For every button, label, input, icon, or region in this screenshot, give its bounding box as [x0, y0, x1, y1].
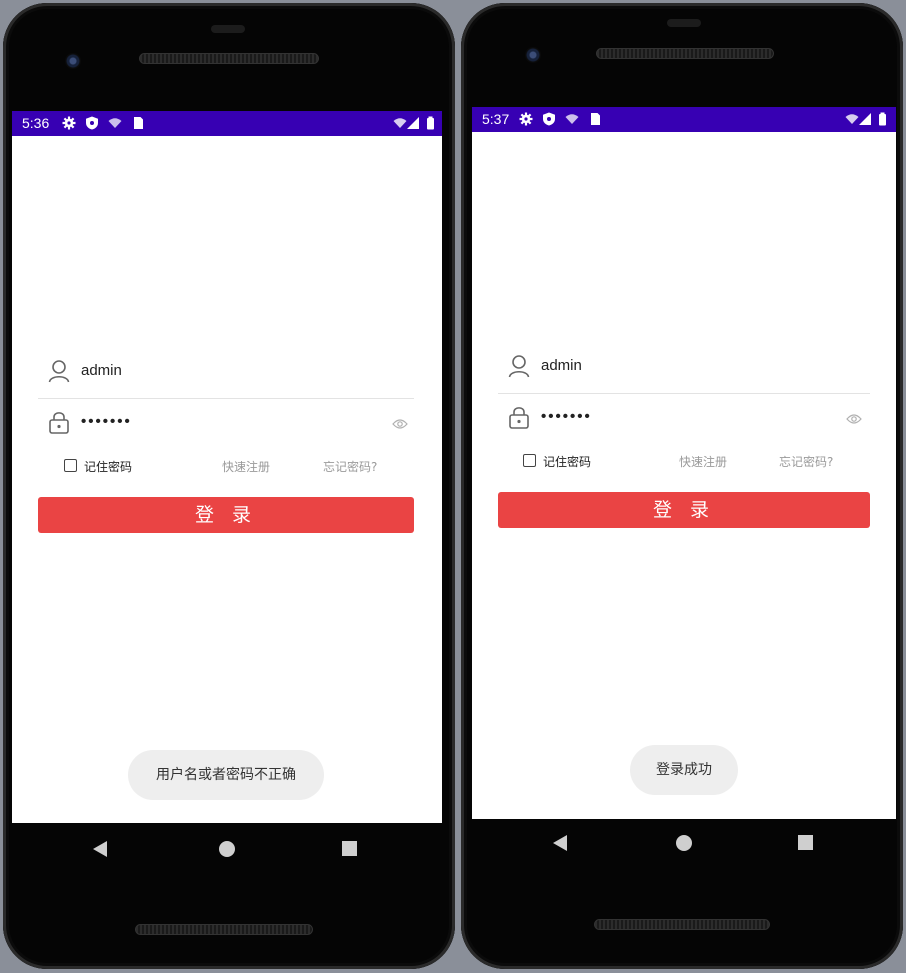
status-bar: 5:36 [12, 111, 442, 136]
username-value: admin [541, 357, 582, 374]
signal-icon [406, 116, 420, 130]
status-time: 5:36 [22, 115, 50, 131]
username-divider [38, 398, 414, 399]
status-time: 5:37 [482, 111, 510, 127]
wifi-icon [565, 112, 579, 126]
username-value: admin [81, 362, 122, 379]
phone-left: 5:36 admin ••••••• 记住密码 快速注册 忘记密码? 登 录 用… [3, 3, 455, 969]
wifi-icon [108, 116, 122, 130]
status-bar: 5:37 [472, 107, 896, 132]
eye-icon[interactable] [392, 418, 408, 430]
settings-icon [519, 112, 533, 126]
password-field[interactable]: ••••••• [498, 398, 870, 440]
nav-bar [461, 819, 903, 879]
front-camera [525, 47, 541, 63]
register-link[interactable]: 快速注册 [222, 458, 270, 475]
nav-home-icon[interactable] [676, 835, 692, 851]
nav-home-icon[interactable] [219, 841, 235, 857]
battery-icon [424, 116, 438, 130]
username-field[interactable]: admin [38, 352, 414, 394]
screen: 5:36 admin ••••••• 记住密码 快速注册 忘记密码? 登 录 用… [12, 111, 442, 823]
shield-icon [542, 112, 556, 126]
front-camera [65, 53, 81, 69]
user-icon [508, 354, 530, 378]
toast-message: 登录成功 [630, 745, 738, 795]
wifi-icon [393, 116, 407, 130]
bottom-speaker [594, 919, 770, 930]
password-value: ••••••• [541, 408, 592, 425]
nav-recents-icon[interactable] [798, 835, 813, 850]
bottom-speaker [135, 924, 313, 935]
shield-icon [85, 116, 99, 130]
sim-card-icon [131, 116, 145, 130]
earpiece-speaker [596, 48, 774, 59]
remember-password-checkbox[interactable] [64, 459, 77, 472]
earpiece-speaker [139, 53, 319, 64]
screen: 5:37 admin ••••••• 记住密码 快速注册 忘记密码? 登 录 登… [472, 107, 896, 819]
top-slot [211, 25, 245, 33]
signal-icon [858, 112, 872, 126]
register-link[interactable]: 快速注册 [679, 453, 727, 470]
eye-icon[interactable] [846, 413, 862, 425]
nav-recents-icon[interactable] [342, 841, 357, 856]
sim-card-icon [588, 112, 602, 126]
nav-back-icon[interactable] [93, 841, 107, 857]
login-button[interactable]: 登 录 [498, 492, 870, 528]
wifi-icon [845, 112, 859, 126]
username-divider [498, 393, 870, 394]
user-icon [48, 359, 70, 383]
username-field[interactable]: admin [498, 347, 870, 389]
nav-bar [3, 823, 455, 883]
remember-password-checkbox[interactable] [523, 454, 536, 467]
battery-icon [876, 112, 890, 126]
password-value: ••••••• [81, 413, 132, 430]
nav-back-icon[interactable] [553, 835, 567, 851]
phone-right: 5:37 admin ••••••• 记住密码 快速注册 忘记密码? 登 录 登… [461, 3, 903, 969]
forgot-password-link[interactable]: 忘记密码? [323, 458, 377, 475]
top-slot [667, 19, 701, 27]
remember-password-label: 记住密码 [84, 460, 133, 474]
remember-password-label: 记住密码 [543, 455, 592, 469]
settings-icon [62, 116, 76, 130]
login-button[interactable]: 登 录 [38, 497, 414, 533]
lock-icon [48, 410, 70, 434]
lock-icon [508, 405, 530, 429]
password-field[interactable]: ••••••• [38, 403, 414, 445]
toast-message: 用户名或者密码不正确 [128, 750, 324, 800]
forgot-password-link[interactable]: 忘记密码? [779, 453, 833, 470]
